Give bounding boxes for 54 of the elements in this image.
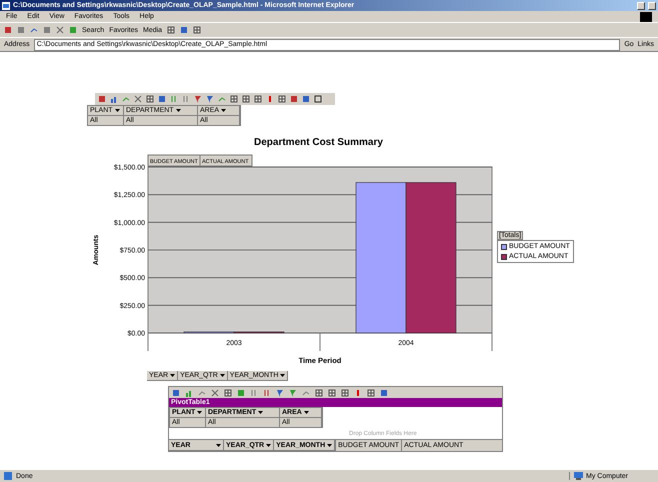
square-icon[interactable]: [69, 26, 77, 34]
grid-icon[interactable]: [341, 388, 349, 396]
grid-icon[interactable]: [278, 95, 286, 103]
maximize-button[interactable]: [648, 2, 656, 10]
grid-icon[interactable]: [146, 95, 154, 103]
line-icon[interactable]: [30, 26, 38, 34]
minimize-button[interactable]: [637, 2, 645, 10]
caret-icon: [216, 444, 221, 446]
grid-icon[interactable]: [254, 95, 262, 103]
square-icon[interactable]: [302, 95, 310, 103]
grid-icon[interactable]: [193, 26, 202, 34]
square-icon[interactable]: [43, 26, 51, 34]
chart-title: Department Cost Summary: [254, 137, 383, 148]
caret-icon: [114, 109, 120, 112]
grid-icon[interactable]: [367, 388, 375, 396]
grid-icon[interactable]: [224, 388, 232, 396]
caret-icon: [176, 109, 181, 112]
computer-icon: [574, 472, 583, 480]
square-icon[interactable]: [158, 95, 166, 103]
caret-icon: [266, 444, 272, 446]
logo-icon: [640, 12, 652, 22]
line-icon[interactable]: [302, 388, 310, 396]
bars-icon[interactable]: [185, 388, 193, 396]
exclamation-icon[interactable]: [266, 95, 274, 103]
square-icon[interactable]: [98, 95, 106, 103]
square-icon[interactable]: [17, 26, 25, 34]
cross-icon[interactable]: [56, 26, 64, 34]
caret-icon: [220, 374, 225, 377]
cross-icon[interactable]: [134, 95, 142, 103]
caret-icon: [258, 411, 264, 414]
square-icon[interactable]: [290, 95, 298, 103]
line-icon[interactable]: [218, 95, 226, 103]
square-icon[interactable]: [172, 388, 180, 396]
square-icon[interactable]: [237, 388, 245, 396]
line-icon[interactable]: [198, 388, 206, 396]
cross-icon[interactable]: [211, 388, 219, 396]
square-icon[interactable]: [380, 388, 388, 396]
bars-icon[interactable]: [110, 95, 118, 103]
page-icon: [4, 472, 12, 480]
grid-icon[interactable]: [167, 26, 176, 34]
grid-icon[interactable]: [328, 388, 336, 396]
caret-icon: [304, 411, 309, 414]
grid-icon[interactable]: [242, 95, 250, 103]
grid-icon[interactable]: [315, 388, 323, 396]
grid-icon[interactable]: [230, 95, 238, 103]
caret-icon: [280, 374, 286, 377]
caret-icon: [170, 374, 176, 377]
line-icon[interactable]: [122, 95, 130, 103]
caret-icon: [221, 109, 226, 112]
square-icon[interactable]: [180, 26, 188, 34]
exclamation-icon[interactable]: [354, 388, 362, 396]
caret-icon: [327, 444, 332, 446]
caret-icon: [197, 411, 202, 414]
page-icon: [2, 2, 10, 10]
